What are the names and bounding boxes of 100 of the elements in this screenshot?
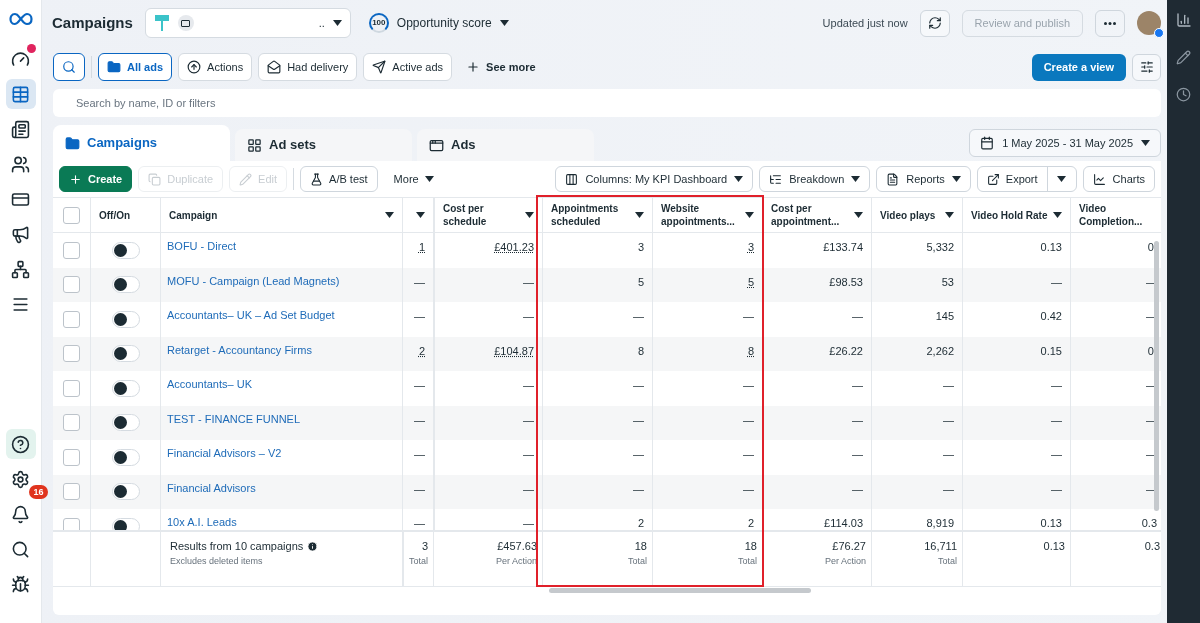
table-cell: — [414,413,425,426]
see-more-button[interactable]: See more [458,53,544,81]
export-button[interactable]: Export [977,167,1048,191]
column-header[interactable]: Video plays [880,208,941,222]
toolbar-button[interactable]: A/B test [300,166,378,192]
row-checkbox[interactable] [63,241,80,259]
row-checkbox[interactable] [63,448,80,466]
table-cell: — [633,448,644,460]
table-cell: — [523,379,534,391]
row-checkbox[interactable] [63,310,80,328]
help-icon [11,434,30,454]
clock-icon[interactable] [1176,87,1191,102]
view-settings-button[interactable] [1132,53,1161,81]
toolbar-button[interactable]: Charts [1082,166,1155,192]
filter-chip[interactable]: Had delivery [258,53,358,81]
row-checkbox[interactable] [63,276,80,294]
table-cell: 3 [637,241,644,253]
table-cell: 2 [418,344,425,357]
table-cell: 8,919 [926,517,954,529]
horizontal-scrollbar[interactable] [549,588,811,593]
table-cell: — [743,482,754,495]
date-range-button[interactable]: 1 May 2025 - 31 May 2025 [969,129,1161,157]
sidebar-item[interactable] [5,429,36,459]
table-cell: 5,332 [926,241,954,253]
row-checkbox[interactable] [63,517,80,530]
table-cell: — [1051,413,1062,426]
column-header[interactable]: Cost per appointment... [771,202,850,228]
toolbar-button[interactable]: Reports [876,166,971,192]
column-header[interactable]: Off/On [99,208,152,222]
plus-icon [69,172,82,186]
pencil-icon[interactable] [1176,50,1191,65]
tab[interactable]: Ads [417,129,594,161]
row-checkbox[interactable] [63,345,80,363]
campaign-link[interactable]: Accountants– UK [167,378,252,390]
total-label: Per Action [495,554,537,568]
toggle-switch[interactable] [111,517,140,530]
campaign-link[interactable]: BOFU - Direct [167,240,237,252]
info-icon[interactable] [307,540,319,552]
settings-icon [11,469,30,489]
export-icon [986,172,1000,186]
table-cell: — [743,310,754,322]
toolbar-button[interactable]: Breakdown [759,166,871,192]
campaign-link[interactable]: Financial Advisors [167,481,256,494]
table-cell: — [633,482,644,495]
filter-chip[interactable]: All ads [98,53,173,81]
campaign-link[interactable]: Financial Advisors – V2 [167,447,282,459]
table-icon [11,84,30,104]
campaign-link[interactable]: MOFU - Campaign (Lead Magnets) [167,274,340,287]
account-selector[interactable]: .. [144,8,351,38]
more-button[interactable] [1095,9,1125,37]
toolbar-button[interactable]: Columns: My KPI Dashboard [555,166,754,192]
row-checkbox[interactable] [63,483,80,501]
campaign-link[interactable]: TEST - FINANCE FUNNEL [167,412,301,425]
grid-icon [247,137,262,153]
toggle-switch[interactable] [111,276,140,294]
table-cell: 5 [747,275,754,288]
create-button[interactable]: Create [59,166,133,192]
toggle-switch[interactable] [111,379,140,397]
toggle-switch[interactable] [111,241,140,259]
toggle-switch[interactable] [111,483,140,501]
tab[interactable]: Ad sets [235,129,412,161]
bar-chart-icon[interactable] [1175,12,1192,28]
column-header[interactable]: Campaign [169,208,381,222]
campaign-link[interactable]: Retarget - Accountancy Firms [167,343,312,356]
score-gauge: 100 [368,13,389,33]
sort-caret-icon [1053,212,1062,218]
column-header[interactable]: Cost per schedule [443,202,521,228]
column-header[interactable]: Appointments scheduled [551,202,631,228]
row-checkbox[interactable] [63,379,80,397]
search-icon [62,60,76,74]
campaign-link[interactable]: Accountants– UK – Ad Set Budget [167,309,335,321]
column-header[interactable]: Video Completion... [1079,202,1157,228]
column-header[interactable]: Video Hold Rate [971,208,1049,222]
table-cell: — [523,413,534,426]
toggle-switch[interactable] [111,345,140,363]
more-button[interactable]: More [383,166,444,192]
row-checkbox[interactable] [63,414,80,432]
campaign-link[interactable]: 10x A.I. Leads [167,516,237,528]
select-all-checkbox[interactable] [63,206,80,224]
export-split-button[interactable]: Export [976,166,1077,192]
tab[interactable]: Campaigns [53,125,230,161]
table-cell: — [633,310,644,322]
table-cell: £26.22 [829,344,863,357]
search-field[interactable]: Search by name, ID or filters [53,89,1161,117]
opportunity-score-button[interactable]: 100 Opportunity score [368,13,509,33]
send-icon [372,60,387,74]
filter-chip[interactable]: Actions [178,53,253,81]
create-view-button[interactable]: Create a view [1031,53,1126,81]
toggle-switch[interactable] [111,310,140,328]
table-cell: 2 [747,517,754,529]
column-header[interactable]: Website appointments... [661,202,741,228]
vertical-scrollbar[interactable] [1154,241,1159,511]
refresh-button[interactable] [919,9,950,37]
toggle-switch[interactable] [111,448,140,466]
search-button[interactable] [53,53,85,81]
filter-chip[interactable]: Active ads [363,53,453,81]
avatar[interactable] [1137,11,1161,35]
gauge-icon [11,49,30,69]
infinity-logo[interactable] [8,12,33,26]
toggle-switch[interactable] [111,414,140,432]
